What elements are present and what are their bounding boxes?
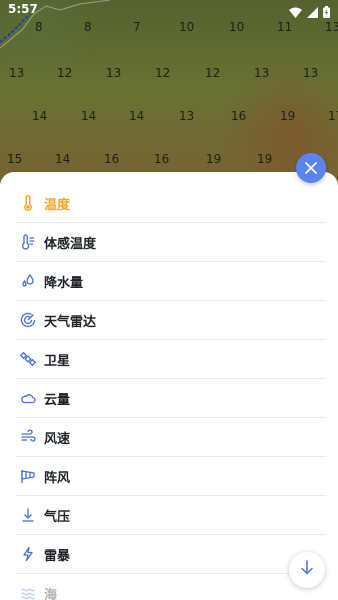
temperature-label: 8 — [35, 20, 43, 34]
temperature-label: 8 — [84, 20, 92, 34]
temperature-label: 13 — [9, 66, 25, 80]
menu-item-label: 体感温度 — [44, 236, 97, 252]
temperature-label: 16 — [104, 152, 120, 166]
wifi-icon — [289, 3, 302, 22]
menu-item-label: 降水量 — [44, 275, 84, 291]
temperature-label: 16 — [231, 109, 247, 123]
close-button[interactable] — [296, 153, 326, 183]
lightning-icon — [18, 544, 38, 564]
menu-item-label: 风速 — [44, 431, 71, 447]
temperature-label: 12 — [205, 66, 221, 80]
menu-item-pressure[interactable]: 气压 — [16, 496, 326, 535]
satellite-icon — [18, 349, 38, 369]
temperature-label: 19 — [280, 109, 296, 123]
status-bar: 5:57 — [0, 0, 338, 22]
menu-item-gusts[interactable]: 阵风 — [16, 457, 326, 496]
clock: 5:57 — [8, 2, 38, 16]
menu-item-cloud-cover[interactable]: 云量 — [16, 379, 326, 418]
temperature-label: 17 — [328, 109, 338, 123]
menu-item-radar[interactable]: 天气雷达 — [16, 301, 326, 340]
arrow-down-icon — [300, 560, 314, 580]
weather-map[interactable]: 8 8 7 10 10 11 13 13 12 13 12 12 13 13 14 14 14 13 16 19 17 1… — [0, 0, 338, 200]
scroll-down-button[interactable] — [289, 552, 325, 588]
windsock-icon — [18, 466, 38, 486]
temperature-label: 12 — [155, 66, 171, 80]
layer-menu: 温度 体感温度 降水量 天气雷达 卫星 云量 风速 阵风 气压 雷暴 海 — [0, 172, 338, 600]
menu-item-label: 海 — [44, 587, 58, 600]
menu-item-label: 气压 — [44, 509, 71, 525]
temperature-label: 19 — [257, 152, 273, 166]
temperature-label: 13 — [254, 66, 270, 80]
temperature-label: 7 — [133, 20, 141, 34]
temperature-label: 14 — [129, 109, 145, 123]
waves-icon — [18, 583, 38, 600]
close-icon — [305, 159, 317, 178]
menu-item-precipitation[interactable]: 降水量 — [16, 262, 326, 301]
temperature-label: 13 — [303, 66, 319, 80]
temperature-label: 16 — [154, 152, 170, 166]
temperature-label: 14 — [32, 109, 48, 123]
raindrops-icon — [18, 271, 38, 291]
temperature-label: 14 — [55, 152, 71, 166]
temperature-label: 13 — [179, 109, 195, 123]
thermometer-icon — [18, 193, 38, 213]
cloud-icon — [18, 388, 38, 408]
layer-picker-sheet: 温度 体感温度 降水量 天气雷达 卫星 云量 风速 阵风 气压 雷暴 海 — [0, 172, 338, 600]
menu-item-satellite[interactable]: 卫星 — [16, 340, 326, 379]
temperature-label: 13 — [325, 20, 338, 34]
temperature-label: 19 — [206, 152, 222, 166]
menu-item-label: 雷暴 — [44, 548, 71, 564]
menu-item-label: 云量 — [44, 392, 71, 408]
feels-like-thermometer-icon — [18, 232, 38, 252]
menu-item-thunderstorm[interactable]: 雷暴 — [16, 535, 326, 574]
signal-icon — [307, 3, 318, 22]
battery-charging-icon — [323, 3, 330, 22]
pressure-arrow-icon — [18, 505, 38, 525]
menu-item-temperature[interactable]: 温度 — [16, 184, 326, 223]
temperature-label: 12 — [57, 66, 73, 80]
temperature-label: 15 — [7, 152, 23, 166]
menu-item-label: 温度 — [44, 197, 71, 213]
menu-item-sea[interactable]: 海 — [16, 574, 326, 600]
menu-item-wind-speed[interactable]: 风速 — [16, 418, 326, 457]
temperature-label: 11 — [277, 20, 293, 34]
temperature-label: 10 — [179, 20, 195, 34]
temperature-label: 14 — [81, 109, 97, 123]
menu-item-label: 阵风 — [44, 470, 71, 486]
menu-item-label: 天气雷达 — [44, 314, 97, 330]
radar-icon — [18, 310, 38, 330]
wind-icon — [18, 427, 38, 447]
menu-item-label: 卫星 — [44, 353, 71, 369]
temperature-label: 13 — [106, 66, 122, 80]
menu-item-feels-like[interactable]: 体感温度 — [16, 223, 326, 262]
temperature-label: 10 — [229, 20, 245, 34]
